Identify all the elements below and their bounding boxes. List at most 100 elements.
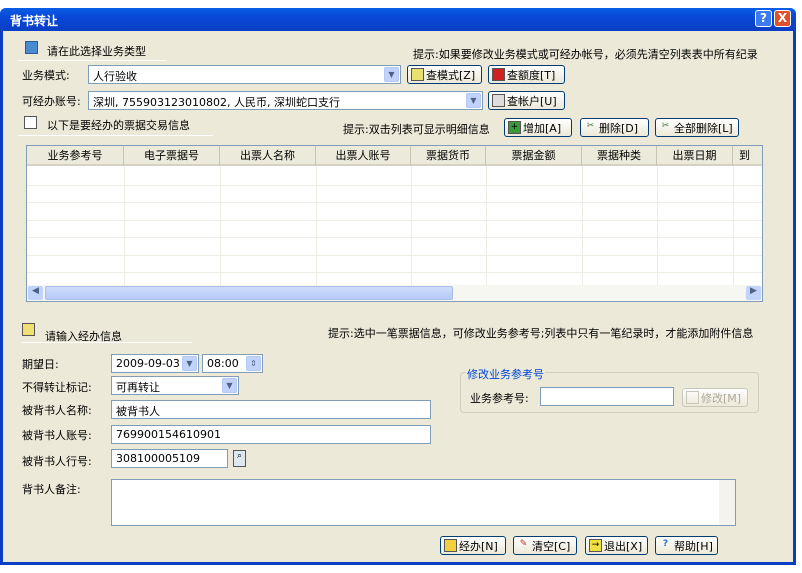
account-select[interactable]: 深圳, 755903123010802, 人民币, 深圳蛇口支行 ▼ bbox=[88, 91, 483, 110]
add-button[interactable]: + 增加[A] bbox=[504, 118, 572, 137]
remark-label: 背书人备注: bbox=[22, 483, 81, 496]
no-transfer-select[interactable]: 可再转让 ▼ bbox=[111, 376, 239, 395]
edit-icon bbox=[686, 391, 699, 404]
grid-column-line bbox=[124, 166, 125, 286]
no-transfer-label: 不得转让标记: bbox=[22, 381, 92, 394]
query-account-label: 查帐户[U] bbox=[507, 94, 557, 108]
remark-textarea[interactable] bbox=[111, 479, 736, 526]
help-title-button[interactable]: ? bbox=[755, 10, 772, 27]
column-header[interactable]: 到 bbox=[733, 146, 762, 166]
expected-time-spinner[interactable]: 08:00 ⇕ bbox=[202, 354, 263, 373]
expected-time-value: 08:00 bbox=[207, 357, 239, 370]
handle-label: 经办[N] bbox=[459, 539, 498, 553]
scroll-thumb[interactable] bbox=[45, 286, 453, 300]
handle-hint: 提示:选中一笔票据信息，可修改业务参考号;列表中只有一笔纪录时，才能添加附件信息 bbox=[328, 327, 754, 340]
query-limit-label: 查额度[T] bbox=[507, 68, 556, 82]
exit-label: 退出[X] bbox=[604, 539, 643, 553]
expected-date-picker[interactable]: 2009-09-03 ▼ bbox=[111, 354, 199, 373]
help-icon: ? bbox=[662, 539, 669, 549]
divider bbox=[18, 60, 166, 61]
endorsee-bank-input[interactable]: 308100005109 bbox=[111, 449, 228, 468]
account-label: 可经办账号: bbox=[22, 95, 81, 108]
horizontal-scrollbar[interactable]: ◀ ▶ bbox=[27, 285, 762, 301]
scissors-icon: ✂ bbox=[661, 121, 670, 131]
column-header[interactable]: 票据金额 bbox=[486, 146, 582, 166]
edit-icon bbox=[22, 323, 35, 336]
endorsee-name-label: 被背书人名称: bbox=[22, 404, 92, 417]
scissors-icon: ✂ bbox=[586, 121, 595, 131]
mode-select[interactable]: 人行验收 ▼ bbox=[88, 65, 401, 84]
grid-row-line bbox=[27, 237, 762, 238]
query-account-button[interactable]: 查帐户[U] bbox=[488, 91, 565, 110]
account-icon bbox=[492, 94, 505, 107]
ref-input[interactable] bbox=[540, 387, 674, 406]
handle-button[interactable]: 经办[N] bbox=[440, 536, 506, 555]
column-header[interactable]: 出票人名称 bbox=[220, 146, 316, 166]
delete-all-button[interactable]: ✂ 全部删除[L] bbox=[655, 118, 739, 137]
delete-all-label: 全部删除[L] bbox=[674, 121, 733, 135]
document-icon bbox=[25, 41, 38, 54]
limit-icon bbox=[492, 68, 505, 81]
clear-label: 清空[C] bbox=[532, 539, 571, 553]
column-header[interactable]: 票据货币 bbox=[411, 146, 486, 166]
modify-button[interactable]: 修改[M] bbox=[682, 388, 748, 407]
grid-column-line bbox=[582, 166, 583, 286]
divider bbox=[18, 135, 213, 136]
column-header[interactable]: 业务参考号 bbox=[27, 146, 124, 166]
grid-row-line bbox=[27, 219, 762, 221]
bills-hint: 提示:双击列表可显示明细信息 bbox=[343, 123, 490, 136]
delete-button[interactable]: ✂ 删除[D] bbox=[580, 118, 649, 137]
exit-button[interactable]: → 退出[X] bbox=[585, 536, 648, 555]
chevron-down-icon[interactable]: ▼ bbox=[222, 378, 237, 393]
grid-column-line bbox=[657, 166, 658, 286]
endorsee-name-input[interactable]: 被背书人 bbox=[111, 400, 431, 419]
column-header[interactable]: 票据种类 bbox=[582, 146, 657, 166]
table-header: 业务参考号 电子票据号 出票人名称 出票人账号 票据货币 票据金额 票据种类 出… bbox=[27, 146, 762, 166]
grid-column-line bbox=[220, 166, 221, 286]
column-header[interactable]: 出票日期 bbox=[657, 146, 733, 166]
modify-label: 修改[M] bbox=[701, 391, 742, 405]
search-bank-icon[interactable]: ⌕ bbox=[233, 450, 246, 467]
spinner-icon[interactable]: ⇕ bbox=[246, 356, 261, 371]
mode-value: 人行验收 bbox=[93, 70, 137, 83]
title-bar: 背书转让 ? X bbox=[0, 8, 796, 31]
endorsee-bank-label: 被背书人行号: bbox=[22, 455, 92, 468]
remark-scrollbar[interactable] bbox=[719, 480, 735, 525]
grid-column-line bbox=[411, 166, 412, 286]
grid-row-line bbox=[27, 254, 762, 256]
help-button[interactable]: ? 帮助[H] bbox=[655, 536, 718, 555]
expected-date-label: 期望日: bbox=[22, 358, 59, 371]
modify-ref-legend: 修改业务参考号 bbox=[466, 366, 545, 382]
window-title: 背书转让 bbox=[10, 14, 59, 28]
query-limit-button[interactable]: 查额度[T] bbox=[488, 65, 565, 84]
chevron-down-icon[interactable]: ▼ bbox=[182, 356, 197, 371]
account-value: 深圳, 755903123010802, 人民币, 深圳蛇口支行 bbox=[93, 96, 340, 109]
mode-label: 业务模式: bbox=[22, 69, 70, 82]
endorsee-account-input[interactable]: 769900154610901 bbox=[111, 425, 431, 444]
grid-column-line bbox=[733, 166, 734, 286]
divider bbox=[22, 342, 192, 343]
grid-row-line bbox=[27, 184, 762, 186]
brush-icon: ✎ bbox=[519, 539, 528, 549]
query-mode-label: 查模式[Z] bbox=[426, 68, 476, 82]
business-hint: 提示:如果要修改业务模式或可经办帐号，必须先清空列表表中所有纪录 bbox=[413, 48, 758, 61]
chevron-down-icon[interactable]: ▼ bbox=[466, 93, 481, 108]
bills-table[interactable]: 业务参考号 电子票据号 出票人名称 出票人账号 票据货币 票据金额 票据种类 出… bbox=[26, 145, 763, 302]
section-business-header: 请在此选择业务类型 bbox=[47, 45, 146, 58]
add-icon: + bbox=[508, 121, 521, 134]
exit-icon: → bbox=[589, 539, 602, 552]
column-header[interactable]: 出票人账号 bbox=[316, 146, 411, 166]
handle-icon bbox=[444, 539, 457, 552]
grid-column-line bbox=[316, 166, 317, 286]
query-mode-button[interactable]: 查模式[Z] bbox=[407, 65, 482, 84]
scroll-left-icon[interactable]: ◀ bbox=[28, 286, 43, 300]
column-header[interactable]: 电子票据号 bbox=[124, 146, 220, 166]
chevron-down-icon[interactable]: ▼ bbox=[384, 67, 399, 82]
close-button[interactable]: X bbox=[774, 10, 791, 27]
grid-column-line bbox=[486, 166, 487, 286]
scroll-right-icon[interactable]: ▶ bbox=[746, 286, 761, 300]
no-transfer-value: 可再转让 bbox=[116, 381, 160, 394]
ref-label: 业务参考号: bbox=[470, 392, 529, 405]
clear-button[interactable]: ✎ 清空[C] bbox=[513, 536, 577, 555]
add-label: 增加[A] bbox=[523, 121, 562, 135]
